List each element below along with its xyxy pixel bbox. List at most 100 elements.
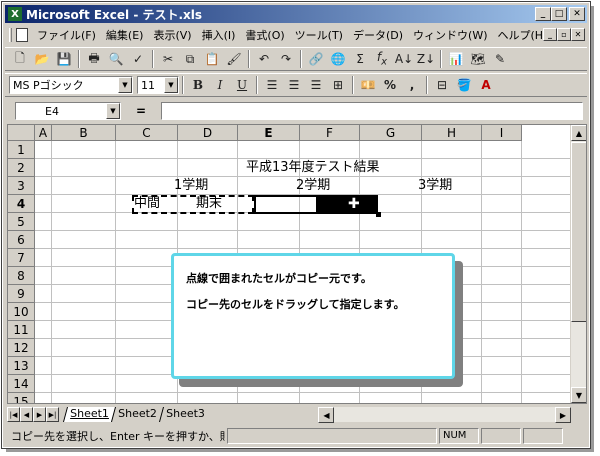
minimize-button[interactable]: _ bbox=[535, 7, 551, 21]
chart-wizard-icon[interactable]: 📊 bbox=[445, 49, 467, 69]
font-name-select[interactable]: MS Pゴシック ▼ bbox=[9, 76, 133, 94]
column-header[interactable]: F bbox=[300, 125, 360, 141]
first-sheet-icon[interactable]: |◀ bbox=[7, 407, 20, 422]
chevron-down-icon[interactable]: ▼ bbox=[164, 77, 178, 93]
column-header[interactable]: C bbox=[116, 125, 178, 141]
workbook-restore-button[interactable]: ▫ bbox=[557, 28, 571, 41]
bold-button[interactable]: B bbox=[187, 75, 209, 95]
open-icon[interactable]: 📂 bbox=[31, 49, 53, 69]
new-icon[interactable]: 🗋 bbox=[9, 49, 31, 69]
scroll-up-icon[interactable]: ▲ bbox=[571, 125, 586, 141]
row-header[interactable]: 11 bbox=[8, 321, 35, 339]
column-header[interactable]: B bbox=[52, 125, 116, 141]
workbook-close-button[interactable]: ✕ bbox=[571, 28, 585, 41]
sort-desc-icon[interactable]: Z↓ bbox=[415, 49, 437, 69]
scroll-down-icon[interactable]: ▼ bbox=[571, 387, 586, 403]
tab-sheet1[interactable]: Sheet1 bbox=[62, 407, 115, 422]
column-header[interactable]: I bbox=[482, 125, 522, 141]
menu-tools[interactable]: ツール(T) bbox=[290, 27, 348, 43]
font-color-icon[interactable]: A bbox=[475, 75, 497, 95]
cell-D2[interactable]: 平成13年度テスト結果 bbox=[246, 159, 380, 177]
scroll-thumb[interactable] bbox=[571, 142, 586, 322]
formula-input[interactable] bbox=[161, 102, 583, 120]
row-header[interactable]: 13 bbox=[8, 357, 35, 375]
tab-sheet3[interactable]: Sheet3 bbox=[158, 407, 211, 422]
redo-icon[interactable]: ↷ bbox=[275, 49, 297, 69]
row-header[interactable]: 9 bbox=[8, 285, 35, 303]
row-header[interactable]: 7 bbox=[8, 249, 35, 267]
menu-insert[interactable]: 挿入(I) bbox=[197, 27, 241, 43]
row-header[interactable]: 1 bbox=[8, 141, 35, 159]
workbook-minimize-button[interactable]: _ bbox=[543, 28, 557, 41]
workbook-icon[interactable] bbox=[16, 28, 28, 42]
cell-G3[interactable]: 3学期 bbox=[418, 177, 452, 195]
print-icon[interactable]: 🖶 bbox=[83, 49, 105, 69]
copy-icon[interactable]: ⧉ bbox=[179, 49, 201, 69]
column-header[interactable]: D bbox=[178, 125, 238, 141]
row-header[interactable]: 4 bbox=[8, 195, 35, 213]
menu-view[interactable]: 表示(V) bbox=[148, 27, 196, 43]
scroll-left-icon[interactable]: ◀ bbox=[318, 407, 335, 423]
underline-button[interactable]: U bbox=[231, 75, 253, 95]
autosum-icon[interactable]: Σ bbox=[349, 49, 371, 69]
equals-icon[interactable]: = bbox=[121, 104, 161, 118]
align-center-icon[interactable]: ☰ bbox=[283, 75, 305, 95]
vertical-scrollbar[interactable]: ▲ ▼ bbox=[570, 125, 586, 403]
percent-button[interactable]: % bbox=[379, 75, 401, 95]
hyperlink-icon[interactable]: 🔗 bbox=[305, 49, 327, 69]
row-header[interactable]: 8 bbox=[8, 267, 35, 285]
horizontal-scrollbar[interactable]: ◀ ▶ bbox=[318, 407, 571, 423]
italic-button[interactable]: I bbox=[209, 75, 231, 95]
borders-icon[interactable]: ⊟ bbox=[431, 75, 453, 95]
cell-C3[interactable]: 1学期 bbox=[174, 177, 208, 195]
align-left-icon[interactable]: ☰ bbox=[261, 75, 283, 95]
column-header[interactable]: G bbox=[360, 125, 422, 141]
spelling-icon[interactable]: ✓ bbox=[127, 49, 149, 69]
menu-data[interactable]: データ(D) bbox=[348, 27, 408, 43]
format-painter-icon[interactable]: 🖌 bbox=[223, 49, 245, 69]
comma-button[interactable]: , bbox=[401, 75, 423, 95]
cut-icon[interactable]: ✂ bbox=[157, 49, 179, 69]
font-size-select[interactable]: 11 ▼ bbox=[137, 76, 179, 94]
menu-edit[interactable]: 編集(E) bbox=[101, 27, 149, 43]
drawing-icon[interactable]: ✎ bbox=[489, 49, 511, 69]
sort-asc-icon[interactable]: A↓ bbox=[393, 49, 415, 69]
row-header[interactable]: 14 bbox=[8, 375, 35, 393]
row-header[interactable]: 10 bbox=[8, 303, 35, 321]
row-header[interactable]: 6 bbox=[8, 231, 35, 249]
fill-handle[interactable] bbox=[376, 212, 381, 217]
menu-format[interactable]: 書式(O) bbox=[240, 27, 289, 43]
cell-E3[interactable]: 2学期 bbox=[296, 177, 330, 195]
column-header[interactable]: A bbox=[35, 125, 52, 141]
fill-color-icon[interactable]: 🪣 bbox=[453, 75, 475, 95]
undo-icon[interactable]: ↶ bbox=[253, 49, 275, 69]
save-icon[interactable]: 💾 bbox=[53, 49, 75, 69]
paste-icon[interactable]: 📋 bbox=[201, 49, 223, 69]
tab-sheet2[interactable]: Sheet2 bbox=[110, 407, 163, 422]
chevron-down-icon[interactable]: ▼ bbox=[118, 77, 132, 93]
prev-sheet-icon[interactable]: ◀ bbox=[20, 407, 33, 422]
currency-icon[interactable]: 💴 bbox=[357, 75, 379, 95]
align-right-icon[interactable]: ☰ bbox=[305, 75, 327, 95]
menu-window[interactable]: ウィンドウ(W) bbox=[408, 27, 492, 43]
print-preview-icon[interactable]: 🔍 bbox=[105, 49, 127, 69]
row-header[interactable]: 2 bbox=[8, 159, 35, 177]
maximize-button[interactable]: □ bbox=[551, 7, 567, 21]
next-sheet-icon[interactable]: ▶ bbox=[33, 407, 46, 422]
map-icon[interactable]: 🗺 bbox=[467, 49, 489, 69]
row-header[interactable]: 5 bbox=[8, 213, 35, 231]
name-box[interactable]: E4 ▼ bbox=[15, 102, 121, 120]
web-icon[interactable]: 🌐 bbox=[327, 49, 349, 69]
select-all-corner[interactable] bbox=[8, 125, 35, 141]
column-header[interactable]: H bbox=[422, 125, 482, 141]
function-icon[interactable]: fx bbox=[371, 49, 393, 69]
column-header[interactable]: E bbox=[238, 125, 300, 141]
row-header[interactable]: 15 bbox=[8, 393, 35, 403]
last-sheet-icon[interactable]: ▶| bbox=[46, 407, 59, 422]
excel-icon[interactable]: X bbox=[8, 7, 22, 21]
row-header[interactable]: 3 bbox=[8, 177, 35, 195]
scroll-right-icon[interactable]: ▶ bbox=[555, 407, 571, 423]
chevron-down-icon[interactable]: ▼ bbox=[106, 103, 120, 119]
close-button[interactable]: ✕ bbox=[569, 7, 585, 21]
merge-center-icon[interactable]: ⊞ bbox=[327, 75, 349, 95]
